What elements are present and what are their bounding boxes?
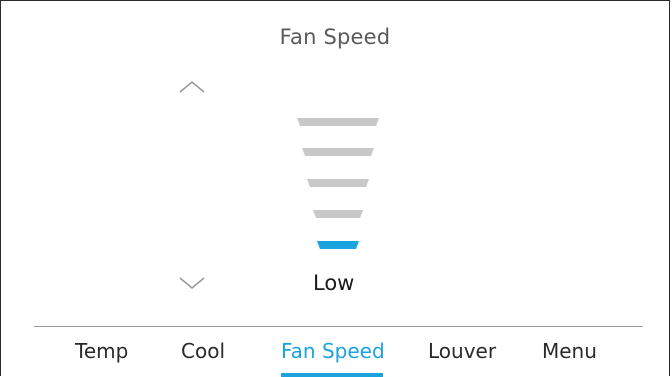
tab-cool[interactable]: Cool bbox=[181, 339, 225, 363]
speed-bar-level-5 bbox=[297, 118, 379, 126]
bottom-tab-bar: Temp Cool Fan Speed Louver Menu bbox=[1, 339, 672, 377]
tab-divider bbox=[34, 326, 643, 327]
active-tab-indicator bbox=[281, 373, 383, 377]
tab-temp[interactable]: Temp bbox=[75, 339, 128, 363]
speed-bar-level-4 bbox=[302, 148, 374, 156]
fan-speed-screen: Fan Speed Low Temp Cool Fan Speed Louver… bbox=[0, 0, 672, 377]
tab-louver[interactable]: Louver bbox=[428, 339, 496, 363]
current-speed-text: Low bbox=[313, 271, 355, 295]
speed-bar-level-1 bbox=[317, 241, 359, 249]
tab-menu[interactable]: Menu bbox=[542, 339, 597, 363]
speed-bar-level-3 bbox=[307, 179, 369, 187]
decrease-speed-button[interactable] bbox=[177, 273, 207, 293]
chevron-down-icon bbox=[179, 277, 205, 290]
tab-fan-speed[interactable]: Fan Speed bbox=[281, 339, 385, 363]
current-speed-label: Low bbox=[301, 271, 391, 295]
fan-speed-level-indicator bbox=[297, 118, 379, 249]
speed-bar-level-2 bbox=[313, 210, 363, 218]
